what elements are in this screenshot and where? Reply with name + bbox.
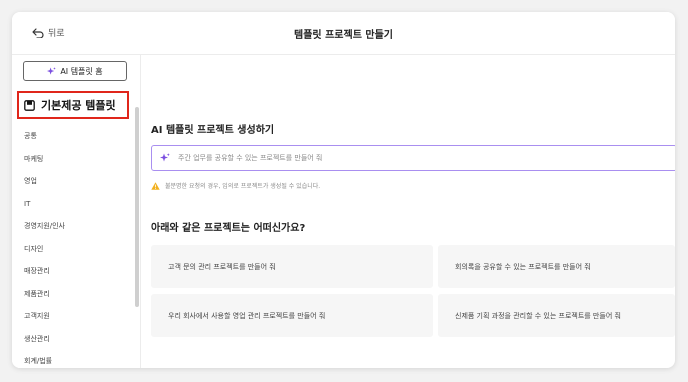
category-item[interactable]: 고객지원 [24, 305, 65, 328]
main-content: AI 템플릿 프로젝트 생성하기 불분명한 요청의 경우, 임의로 프로젝트가 … [141, 55, 675, 368]
sidebar-scrollbar[interactable] [135, 107, 139, 307]
builtin-templates-label: 기본제공 템플릿 [41, 99, 116, 112]
suggestion-card[interactable]: 우리 회사에서 사용할 영업 관리 프로젝트를 만들어 줘 [151, 294, 433, 337]
category-item[interactable]: 마케팅 [24, 148, 65, 171]
prompt-field[interactable] [151, 145, 675, 171]
category-item[interactable]: 제품관리 [24, 283, 65, 306]
category-item[interactable]: 회계/법률 [24, 350, 65, 368]
suggestion-card[interactable]: 신제품 기획 과정을 관리할 수 있는 프로젝트를 만들어 줘 [438, 294, 675, 337]
category-item[interactable]: 매장관리 [24, 260, 65, 283]
sidebar: AI 템플릿 홈 기본제공 템플릿 공통 마케팅 영업 IT 경영지원/인사 디… [12, 55, 141, 368]
suggestion-text: 회의록을 공유할 수 있는 프로젝트를 만들어 줘 [455, 262, 591, 271]
category-item[interactable]: IT [24, 193, 65, 216]
page-title: 템플릿 프로젝트 만들기 [294, 30, 393, 41]
category-item[interactable]: 경영지원/인사 [24, 215, 65, 238]
builtin-templates-header[interactable]: 기본제공 템플릿 [17, 91, 129, 119]
generate-section-title: AI 템플릿 프로젝트 생성하기 [151, 125, 275, 136]
ai-template-home-button[interactable]: AI 템플릿 홈 [23, 61, 127, 81]
suggestions-title: 아래와 같은 프로젝트는 어떠신가요? [151, 223, 306, 234]
category-item[interactable]: 생산관리 [24, 328, 65, 351]
sparkle-icon [160, 153, 170, 162]
suggestion-text: 우리 회사에서 사용할 영업 관리 프로젝트를 만들어 줘 [168, 311, 326, 320]
suggestion-text: 고객 문의 관리 프로젝트를 만들어 줘 [168, 262, 276, 271]
warning-note: 불분명한 요청의 경우, 임의로 프로젝트가 생성될 수 있습니다. [151, 181, 320, 190]
warning-text: 불분명한 요청의 경우, 임의로 프로젝트가 생성될 수 있습니다. [165, 183, 321, 190]
category-list: 공통 마케팅 영업 IT 경영지원/인사 디자인 매장관리 제품관리 고객지원 … [24, 125, 65, 368]
suggestion-text: 신제품 기획 과정을 관리할 수 있는 프로젝트를 만들어 줘 [455, 311, 621, 320]
template-icon [24, 99, 35, 111]
sparkle-icon [47, 66, 57, 75]
header: 뒤로 템플릿 프로젝트 만들기 [12, 12, 675, 55]
warning-icon [151, 181, 160, 190]
category-item[interactable]: 공통 [24, 125, 65, 148]
app-window: 뒤로 템플릿 프로젝트 만들기 AI 템플릿 홈 기본제공 템플릿 공통 마케팅… [12, 12, 675, 368]
category-item[interactable]: 디자인 [24, 238, 65, 261]
category-item[interactable]: 영업 [24, 170, 65, 193]
suggestion-card[interactable]: 고객 문의 관리 프로젝트를 만들어 줘 [151, 245, 433, 288]
suggestion-card[interactable]: 회의록을 공유할 수 있는 프로젝트를 만들어 줘 [438, 245, 675, 288]
prompt-input[interactable] [176, 153, 675, 163]
ai-template-home-label: AI 템플릿 홈 [60, 66, 103, 76]
